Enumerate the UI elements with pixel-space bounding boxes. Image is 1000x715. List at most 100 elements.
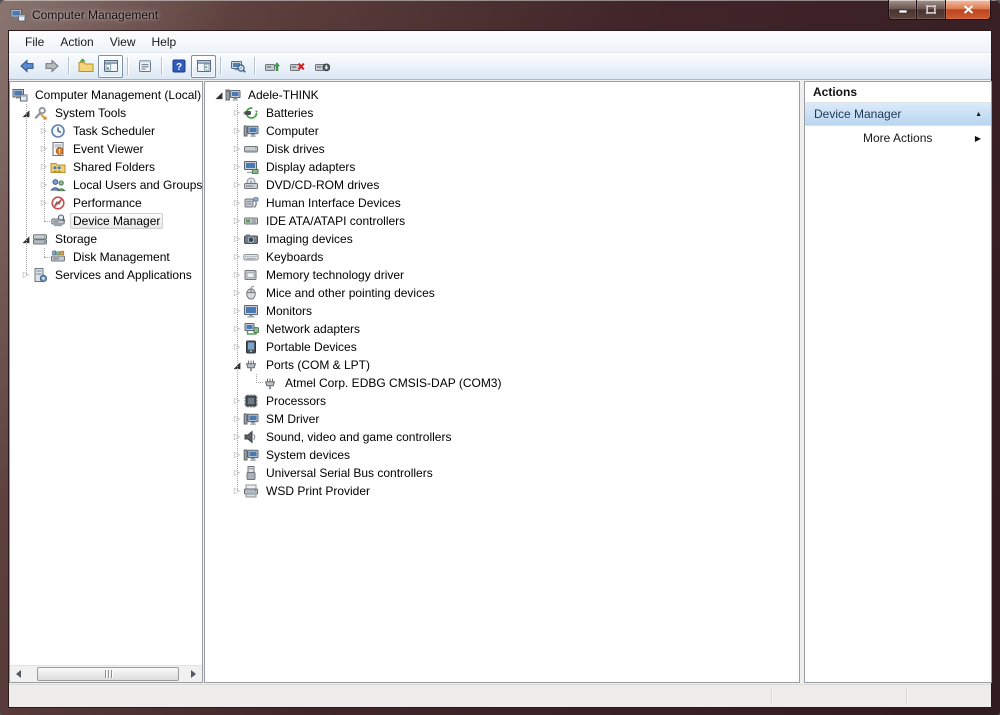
tree-item-computer-management-local[interactable]: Computer Management (Local) [10, 86, 202, 104]
performance-icon [50, 195, 66, 211]
tree-item-label: Computer [263, 123, 322, 139]
scroll-left-button[interactable] [10, 666, 27, 682]
tree-item-wsd-print-provider[interactable]: ▷WSD Print Provider [205, 482, 799, 500]
tree-item-label: SM Driver [263, 411, 322, 427]
minimize-button[interactable] [888, 0, 917, 20]
toolbar-uninstall-device-button[interactable] [284, 55, 309, 78]
toolbar-back-button[interactable] [14, 55, 39, 78]
scrollbar-thumb[interactable] [37, 667, 179, 681]
scroll-right-button[interactable] [185, 666, 202, 682]
tree-item-portable-devices[interactable]: ▷Portable Devices [205, 338, 799, 356]
tree-item-display-adapters[interactable]: ▷Display adapters [205, 158, 799, 176]
menu-view[interactable]: View [102, 32, 144, 52]
scrollbar-track[interactable] [27, 666, 185, 682]
maximize-button[interactable] [917, 0, 945, 20]
close-button[interactable] [945, 0, 991, 20]
tree-item-label: Shared Folders [70, 159, 158, 175]
tree-item-label: Processors [263, 393, 329, 409]
toolbar-help-button[interactable]: ? [166, 55, 191, 78]
tree-item-computer[interactable]: ▷Computer [205, 122, 799, 140]
tree-item-storage[interactable]: ◢Storage [10, 230, 202, 248]
device-arrow-up-icon [264, 58, 280, 74]
tree-item-sound-video-and-game-controllers[interactable]: ▷Sound, video and game controllers [205, 428, 799, 446]
tree-item-label: Disk Management [70, 249, 173, 265]
tree-item-ide-ata-atapi-controllers[interactable]: ▷IDE ATA/ATAPI controllers [205, 212, 799, 230]
more-actions-label: More Actions [863, 131, 932, 145]
monitor-icon [243, 303, 259, 319]
tree-item-event-viewer[interactable]: ▷Event Viewer [10, 140, 202, 158]
actions-group-label: Device Manager [814, 107, 901, 121]
tree-item-disk-drives[interactable]: ▷Disk drives [205, 140, 799, 158]
more-actions-item[interactable]: More Actions ▶ [805, 126, 991, 150]
toolbar-up-one-level-button[interactable] [73, 55, 98, 78]
device-list-pane: ◢Adele-THINK▷Batteries▷Computer▷Disk dri… [204, 81, 800, 683]
minimize-icon [898, 5, 908, 14]
device-manager-icon [50, 213, 66, 229]
close-icon [963, 5, 974, 14]
toolbar-show-action-pane-button[interactable] [191, 55, 216, 78]
menu-action[interactable]: Action [52, 32, 101, 52]
tree-item-label: Ports (COM & LPT) [263, 357, 373, 373]
usb-connector-icon [243, 465, 259, 481]
tree-item-human-interface-devices[interactable]: ▷Human Interface Devices [205, 194, 799, 212]
tree-item-adele-think[interactable]: ◢Adele-THINK [205, 86, 799, 104]
toolbar-forward-button[interactable] [39, 55, 64, 78]
tree-item-system-tools[interactable]: ◢System Tools [10, 104, 202, 122]
tree-item-batteries[interactable]: ▷Batteries [205, 104, 799, 122]
collapse-chevron-up-icon[interactable]: ▲ [975, 111, 982, 118]
tree-item-task-scheduler[interactable]: ▷Task Scheduler [10, 122, 202, 140]
tree-item-label: IDE ATA/ATAPI controllers [263, 213, 408, 229]
status-divider [771, 689, 772, 703]
tree-item-performance[interactable]: ▷Performance [10, 194, 202, 212]
tree-item-services-and-applications[interactable]: ▷Services and Applications [10, 266, 202, 284]
tree-item-dvd-cd-rom-drives[interactable]: ▷DVD/CD-ROM drives [205, 176, 799, 194]
console-tree-pane: Computer Management (Local)◢System Tools… [9, 81, 203, 683]
tree-item-network-adapters[interactable]: ▷Network adapters [205, 320, 799, 338]
toolbar-show-console-tree-button[interactable] [98, 55, 123, 78]
tree-item-label: Atmel Corp. EDBG CMSIS-DAP (COM3) [282, 375, 504, 391]
toolbar-update-driver-button[interactable] [259, 55, 284, 78]
tree-item-imaging-devices[interactable]: ▷Imaging devices [205, 230, 799, 248]
title-bar[interactable]: Computer Management [0, 0, 1000, 30]
tree-item-processors[interactable]: ▷Processors [205, 392, 799, 410]
computer-category-icon [243, 447, 259, 463]
disk-management-icon [50, 249, 66, 265]
tree-item-system-devices[interactable]: ▷System devices [205, 446, 799, 464]
dvd-drive-icon [243, 177, 259, 193]
tree-item-label: Universal Serial Bus controllers [263, 465, 436, 481]
tree-item-memory-technology-driver[interactable]: ▷Memory technology driver [205, 266, 799, 284]
tree-item-label: Keyboards [263, 249, 326, 265]
actions-pane-title: Actions [805, 82, 991, 103]
tree-item-universal-serial-bus-controllers[interactable]: ▷Universal Serial Bus controllers [205, 464, 799, 482]
tree-item-label: Performance [70, 195, 145, 211]
collapse-arrow-icon[interactable]: ◢ [213, 86, 225, 104]
ide-controller-icon [243, 213, 259, 229]
tree-item-local-users-and-groups[interactable]: ▷Local Users and Groups [10, 176, 202, 194]
content-area: Computer Management (Local)◢System Tools… [9, 80, 991, 684]
tree-item-ports-com-lpt[interactable]: ◢Ports (COM & LPT) [205, 356, 799, 374]
tree-item-sm-driver[interactable]: ▷SM Driver [205, 410, 799, 428]
window-controls [888, 0, 991, 20]
toolbar-properties-button[interactable] [132, 55, 157, 78]
system-tools-icon [32, 105, 48, 121]
tree-item-monitors[interactable]: ▷Monitors [205, 302, 799, 320]
svg-text:?: ? [175, 62, 181, 73]
menu-file[interactable]: File [17, 32, 52, 52]
menu-help[interactable]: Help [144, 32, 185, 52]
help-question-icon: ? [171, 58, 187, 74]
tree-item-mice-and-other-pointing-devices[interactable]: ▷Mice and other pointing devices [205, 284, 799, 302]
actions-group-device-manager[interactable]: Device Manager ▲ [805, 103, 991, 126]
horizontal-scrollbar[interactable] [10, 665, 202, 682]
tree-item-atmel-corp-edbg-cmsis-dap-com3[interactable]: Atmel Corp. EDBG CMSIS-DAP (COM3) [205, 374, 799, 392]
toolbar-disable-device-button[interactable] [309, 55, 334, 78]
speaker-icon [243, 429, 259, 445]
toolbar-separator [127, 57, 128, 75]
submenu-arrow-right-icon: ▶ [975, 134, 981, 143]
tree-item-keyboards[interactable]: ▷Keyboards [205, 248, 799, 266]
tree-item-shared-folders[interactable]: ▷Shared Folders [10, 158, 202, 176]
computer-management-icon [12, 87, 28, 103]
tree-item-device-manager[interactable]: Device Manager [10, 212, 202, 230]
tree-item-disk-management[interactable]: Disk Management [10, 248, 202, 266]
toolbar-scan-for-hardware-changes-button[interactable] [225, 55, 250, 78]
status-bar [9, 684, 991, 707]
